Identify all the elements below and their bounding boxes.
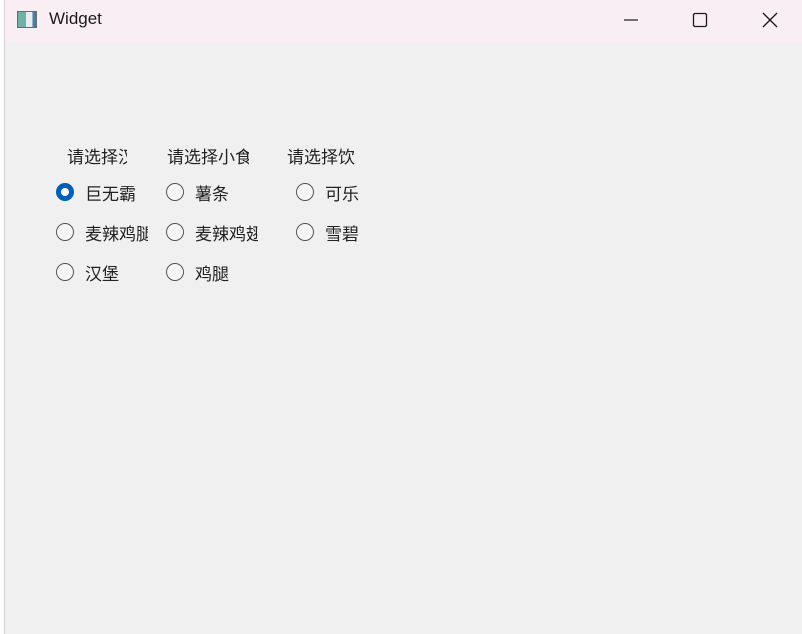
radio-snack-3[interactable]: 鸡腿 bbox=[166, 260, 258, 284]
radio-indicator bbox=[166, 183, 184, 201]
radio-label: 麦辣鸡翅 bbox=[195, 224, 258, 245]
radio-indicator bbox=[166, 263, 184, 281]
widget-window: Widget 请选择汉 巨无霸 麦辣鸡腿 汉堡 请选择小食 薯条 麦辣鸡翅 鸡腿… bbox=[4, 0, 802, 634]
radio-label: 雪碧 bbox=[325, 224, 359, 245]
radio-burger-1[interactable]: 巨无霸 bbox=[56, 180, 142, 204]
radio-indicator bbox=[296, 183, 314, 201]
radio-label: 鸡腿 bbox=[195, 264, 229, 285]
radio-drink-2[interactable]: 雪碧 bbox=[296, 220, 360, 244]
maximize-button[interactable] bbox=[677, 0, 723, 40]
close-icon bbox=[762, 12, 778, 28]
maximize-icon bbox=[692, 12, 708, 28]
radio-label: 可乐 bbox=[325, 184, 359, 205]
minimize-button[interactable] bbox=[608, 0, 654, 40]
group-label-snack: 请选择小食 bbox=[167, 148, 249, 168]
title-bar[interactable]: Widget bbox=[5, 0, 802, 42]
radio-indicator bbox=[296, 223, 314, 241]
app-icon bbox=[17, 11, 37, 28]
radio-indicator bbox=[56, 223, 74, 241]
radio-label: 薯条 bbox=[195, 184, 229, 205]
group-label-burger: 请选择汉 bbox=[67, 148, 127, 168]
radio-burger-3[interactable]: 汉堡 bbox=[56, 260, 142, 284]
radio-label: 巨无霸 bbox=[85, 184, 136, 205]
group-label-drink: 请选择饮 bbox=[287, 148, 355, 168]
window-title: Widget bbox=[49, 9, 102, 28]
radio-label: 麦辣鸡腿 bbox=[85, 224, 148, 245]
radio-snack-1[interactable]: 薯条 bbox=[166, 180, 258, 204]
radio-drink-1[interactable]: 可乐 bbox=[296, 180, 360, 204]
radio-label: 汉堡 bbox=[85, 264, 119, 285]
radio-burger-2[interactable]: 麦辣鸡腿 bbox=[56, 220, 148, 244]
radio-snack-2[interactable]: 麦辣鸡翅 bbox=[166, 220, 258, 244]
close-button[interactable] bbox=[747, 0, 793, 40]
radio-indicator bbox=[56, 263, 74, 281]
minimize-icon bbox=[624, 19, 638, 21]
radio-indicator bbox=[166, 223, 184, 241]
radio-indicator bbox=[56, 183, 74, 201]
